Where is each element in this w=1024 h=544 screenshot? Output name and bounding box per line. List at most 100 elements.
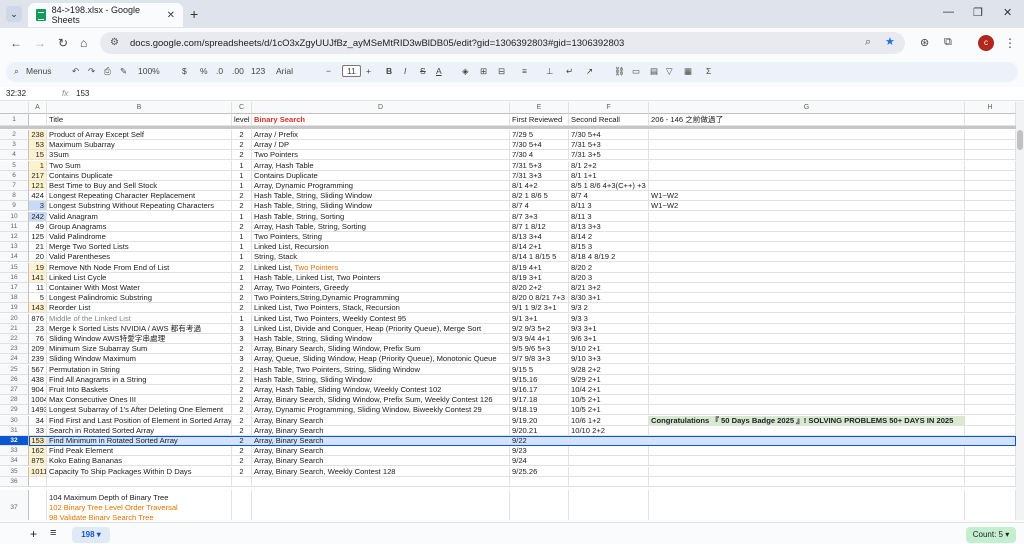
table-cell-g[interactable]	[649, 436, 965, 446]
table-cell-b[interactable]: Maximum Subarray	[47, 140, 232, 151]
table-cell-c[interactable]: 1	[232, 272, 252, 283]
new-tab-icon[interactable]: +	[190, 6, 198, 22]
table-cell-f[interactable]: 10/6 1+2	[569, 415, 649, 426]
table-cell-b[interactable]: Product of Array Except Self	[47, 130, 232, 140]
avatar[interactable]: c	[978, 35, 994, 51]
table-cell-f[interactable]: 8/14 2	[569, 232, 649, 242]
table-cell-b[interactable]: Reorder List	[47, 303, 232, 314]
table-cell-a[interactable]: 209	[29, 344, 47, 355]
table-cell-a[interactable]: 121	[29, 181, 47, 191]
table-cell-f[interactable]: 8/7 4	[569, 191, 649, 202]
table-cell-e[interactable]	[510, 476, 569, 487]
table-cell-a[interactable]: 876	[29, 313, 47, 324]
table-cell-d[interactable]: Hash Table, String, Sliding Window	[252, 374, 510, 385]
strikethrough-button[interactable]: S	[420, 66, 426, 76]
table-cell-h[interactable]	[965, 489, 1016, 520]
table-cell-f[interactable]: 8/20 3	[569, 272, 649, 283]
table-cell-c[interactable]: 2	[232, 191, 252, 202]
row-header-1[interactable]: 1	[0, 114, 29, 126]
table-cell-e[interactable]: 7/30 4	[510, 150, 569, 161]
header-cell-h[interactable]	[965, 114, 1016, 126]
table-cell-g[interactable]	[649, 170, 965, 181]
table-cell-c[interactable]: 2	[232, 456, 252, 467]
table-cell-c[interactable]: 1	[232, 170, 252, 181]
table-cell-d[interactable]: Hash Table, String, Sliding Window	[252, 191, 510, 202]
table-cell-g[interactable]	[649, 140, 965, 151]
table-cell-a[interactable]: 5	[29, 293, 47, 304]
table-cell-h[interactable]	[965, 201, 1016, 212]
table-cell-d[interactable]: Linked List, Two Pointers	[252, 262, 510, 273]
all-sheets-icon[interactable]: ≡	[50, 527, 56, 539]
table-cell-c[interactable]: 1	[232, 313, 252, 324]
back-icon[interactable]: ←	[10, 36, 22, 50]
font-size-increase-icon[interactable]: +	[366, 66, 371, 76]
extension-icon[interactable]: ⊛	[920, 36, 929, 49]
table-cell-e[interactable]: 8/7 3+3	[510, 211, 569, 222]
table-cell-g[interactable]	[649, 456, 965, 467]
row-header[interactable]: 26	[0, 374, 29, 385]
table-cell-a[interactable]	[29, 489, 47, 520]
table-cell-c[interactable]: 2	[232, 425, 252, 436]
table-cell-c[interactable]: 3	[232, 323, 252, 334]
spreadsheet-grid[interactable]: A B C D E F G H 1 Title level Binary Search First Re…	[0, 102, 1016, 520]
increase-decimal-button[interactable]: .00	[232, 66, 244, 76]
table-cell-h[interactable]	[965, 221, 1016, 232]
font-size-decrease-icon[interactable]: −	[326, 66, 331, 76]
table-cell-c[interactable]: 2	[232, 344, 252, 355]
table-cell-f[interactable]: 9/3 2	[569, 303, 649, 314]
table-cell-b[interactable]: Find Peak Element	[47, 446, 232, 457]
restore-icon[interactable]: ❐	[973, 6, 983, 19]
table-cell-f[interactable]: 9/6 3+1	[569, 334, 649, 344]
table-cell-c[interactable]: 2	[232, 293, 252, 304]
table-cell-e[interactable]: 9/19.20	[510, 415, 569, 426]
table-cell-f[interactable]	[569, 456, 649, 467]
table-cell-a[interactable]: 242	[29, 211, 47, 222]
table-cell-e[interactable]: 9/25.26	[510, 466, 569, 477]
table-cell-h[interactable]	[965, 405, 1016, 416]
row-header[interactable]: 24	[0, 354, 29, 365]
table-cell-c[interactable]: 2	[232, 201, 252, 212]
table-cell-h[interactable]	[965, 313, 1016, 324]
table-cell-e[interactable]: 9/20.21	[510, 425, 569, 436]
table-cell-a[interactable]: 875	[29, 456, 47, 467]
table-cell-f[interactable]: 7/31 5+3	[569, 140, 649, 151]
table-cell-f[interactable]: 9/3 3+1	[569, 323, 649, 334]
table-cell-a[interactable]: 904	[29, 385, 47, 395]
header-cell-g[interactable]: 206 - 146 之前做過了	[649, 114, 965, 126]
table-cell-e[interactable]: 9/1 1 9/2 3+1	[510, 303, 569, 314]
table-cell-g[interactable]	[649, 395, 965, 406]
row-header[interactable]: 27	[0, 385, 29, 395]
row-header[interactable]: 9	[0, 201, 29, 212]
table-cell-h[interactable]	[965, 354, 1016, 365]
table-cell-e[interactable]: 9/5 9/6 5+3	[510, 344, 569, 355]
insert-link-icon[interactable]: ⛓	[614, 66, 625, 77]
table-cell-a[interactable]: 125	[29, 232, 47, 242]
percent-button[interactable]: %	[200, 66, 208, 76]
row-header[interactable]: 29	[0, 405, 29, 416]
table-cell-g[interactable]	[649, 385, 965, 395]
italic-button[interactable]: I	[404, 66, 406, 76]
filter-icon[interactable]: ▽	[666, 66, 673, 77]
table-cell-e[interactable]: 8/2 1 8/6 5	[510, 191, 569, 202]
table-cell-d[interactable]: Array, Hash Table, String, Sorting	[252, 221, 510, 232]
table-cell-d[interactable]: Array, Binary Search	[252, 446, 510, 457]
table-cell-f[interactable]: 8/18 4 8/19 2	[569, 252, 649, 263]
table-cell-d[interactable]: Contains Duplicate	[252, 170, 510, 181]
align-vertical-icon[interactable]: ⊥	[546, 66, 553, 77]
table-cell-g[interactable]	[649, 293, 965, 304]
table-cell-c[interactable]: 3	[232, 334, 252, 344]
table-cell-f[interactable]: 10/4 2+1	[569, 385, 649, 395]
undo-icon[interactable]: ↶	[72, 66, 79, 77]
insert-chart-icon[interactable]: ▤	[650, 66, 658, 77]
site-info-icon[interactable]: ⚙	[110, 37, 119, 48]
table-cell-e[interactable]: 9/18.19	[510, 405, 569, 416]
table-cell-b[interactable]: Longest Subarray of 1's After Deleting O…	[47, 405, 232, 416]
table-cell-e[interactable]: 8/19 4+1	[510, 262, 569, 273]
table-cell-h[interactable]	[965, 456, 1016, 467]
table-cell-g[interactable]	[649, 405, 965, 416]
table-cell-g[interactable]	[649, 425, 965, 436]
bookmark-star-icon[interactable]: ★	[885, 35, 895, 48]
table-cell-e[interactable]: 7/31 5+3	[510, 160, 569, 171]
table-cell-e[interactable]: 8/14 2+1	[510, 242, 569, 253]
table-cell-c[interactable]: 2	[232, 385, 252, 395]
